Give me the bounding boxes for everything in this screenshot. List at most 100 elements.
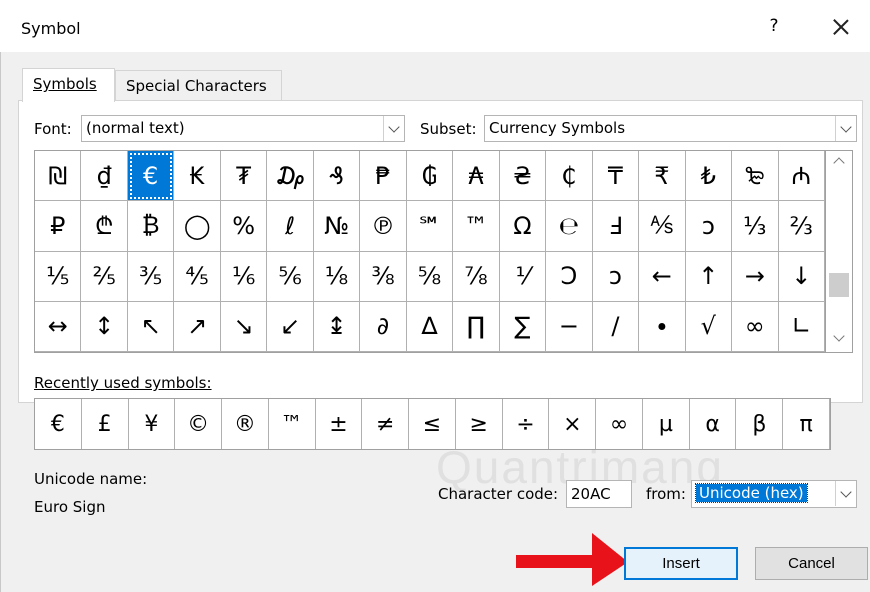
symbol-cell[interactable]: − bbox=[546, 301, 593, 352]
symbol-cell[interactable]: √ bbox=[685, 301, 733, 352]
symbol-cell[interactable]: ∕ bbox=[592, 301, 640, 352]
font-label: Font: bbox=[34, 120, 72, 138]
symbol-cell[interactable]: ₴ bbox=[499, 151, 547, 202]
symbol-cell[interactable]: ∂ bbox=[360, 301, 407, 352]
symbol-cell[interactable]: ₪ bbox=[35, 151, 82, 202]
symbol-cell[interactable]: ℗ bbox=[360, 201, 407, 252]
symbol-cell[interactable]: ↖ bbox=[127, 301, 175, 352]
symbol-cell[interactable]: ↔ bbox=[35, 301, 82, 352]
close-icon[interactable] bbox=[826, 12, 856, 42]
symbol-cell[interactable]: ₰ bbox=[313, 151, 361, 202]
symbol-grid-scrollbar[interactable] bbox=[826, 150, 853, 353]
symbol-cell[interactable]: ◯ bbox=[174, 201, 221, 252]
font-select[interactable]: (normal text) bbox=[81, 115, 405, 142]
help-button[interactable]: ? bbox=[762, 16, 786, 36]
tab-symbols[interactable]: Symbols bbox=[22, 68, 115, 102]
symbol-cell[interactable]: ⅔ bbox=[778, 201, 825, 252]
symbol-grid: ₪ ₫ € ₭ ₮ ₯ ₰ ₱ ₲ ₳ ₴ ₵ ₸ ₹ ₺ ₻ ₼ ₽ ₾ ₿ ◯% ℓ № ℗ ℠ ™ Ω ℮ Ⅎ ⅍ ↄ ⅓ ⅔ ⅕ ⅖ ⅗ ⅘ ⅙ ⅚… bbox=[34, 150, 826, 353]
recent-symbol-cell[interactable]: β bbox=[736, 399, 784, 449]
symbol-cell[interactable]: ₭ bbox=[174, 151, 221, 202]
symbol-cell[interactable]: ₹ bbox=[639, 151, 686, 202]
symbol-cell[interactable]: ₻ bbox=[732, 151, 779, 202]
symbol-cell[interactable]: ₺ bbox=[685, 151, 733, 202]
symbol-cell[interactable]: ⅛ bbox=[313, 251, 361, 302]
symbol-cell[interactable]: ↑ bbox=[685, 251, 733, 302]
from-select[interactable]: Unicode (hex) bbox=[691, 480, 857, 508]
symbol-cell[interactable]: ∞ bbox=[732, 301, 779, 352]
symbol-cell[interactable]: ⅍ bbox=[639, 201, 686, 252]
symbol-cell[interactable]: ₳ bbox=[453, 151, 500, 202]
recent-symbol-cell[interactable]: © bbox=[175, 399, 223, 449]
symbol-cell[interactable]: ₯ bbox=[267, 151, 314, 202]
symbol-cell[interactable]: ∟ bbox=[778, 301, 825, 352]
symbol-cell[interactable]: ₽ bbox=[35, 201, 82, 252]
recent-symbol-cell[interactable]: ® bbox=[222, 399, 269, 449]
symbol-cell[interactable]: ↄ bbox=[685, 201, 733, 252]
symbol-cell[interactable]: ⅗ bbox=[127, 251, 175, 302]
scroll-up-icon[interactable] bbox=[833, 157, 845, 169]
symbol-cell[interactable]: ↄ bbox=[592, 251, 640, 302]
symbol-cell[interactable]: № bbox=[313, 201, 361, 252]
dialog-title: Symbol bbox=[21, 19, 81, 38]
symbol-cell[interactable]: ₮ bbox=[220, 151, 268, 202]
symbol-cell[interactable]: Ⅎ bbox=[592, 201, 640, 252]
symbol-cell[interactable]: ↘ bbox=[220, 301, 268, 352]
symbol-cell[interactable]: ₾ bbox=[81, 201, 128, 252]
symbol-cell[interactable]: ₫ bbox=[81, 151, 128, 202]
symbol-cell[interactable]: € bbox=[127, 151, 175, 202]
recent-symbol-cell[interactable]: ≠ bbox=[362, 399, 410, 449]
chevron-down-icon[interactable] bbox=[835, 116, 856, 141]
symbol-cell[interactable]: ↓ bbox=[778, 251, 825, 302]
symbol-cell[interactable]: ⅘ bbox=[174, 251, 221, 302]
recent-symbol-cell[interactable]: € bbox=[35, 399, 82, 449]
symbol-cell[interactable]: ₼ bbox=[778, 151, 825, 202]
symbol-cell[interactable]: ⅝ bbox=[406, 251, 454, 302]
symbol-cell[interactable]: ∏ bbox=[453, 301, 500, 352]
symbol-cell[interactable]: % bbox=[220, 201, 268, 252]
title-bar: Symbol ? bbox=[0, 0, 870, 52]
recent-symbol-cell[interactable]: £ bbox=[82, 399, 129, 449]
symbol-cell[interactable]: ™ bbox=[453, 201, 500, 252]
subset-select[interactable]: Currency Symbols bbox=[484, 115, 857, 142]
chevron-down-icon[interactable] bbox=[383, 116, 404, 141]
symbol-cell[interactable]: ⅚ bbox=[267, 251, 314, 302]
insert-button[interactable]: Insert bbox=[624, 547, 738, 580]
cancel-button[interactable]: Cancel bbox=[755, 547, 868, 580]
recent-symbol-cell[interactable]: π bbox=[783, 399, 830, 449]
unicode-name-value: Euro Sign bbox=[34, 498, 106, 516]
symbol-cell[interactable]: ⅕ bbox=[35, 251, 82, 302]
recent-symbol-cell[interactable]: ± bbox=[316, 399, 363, 449]
symbol-cell[interactable]: ↨ bbox=[313, 301, 361, 352]
symbol-cell[interactable]: ↕ bbox=[81, 301, 128, 352]
symbol-cell[interactable]: ∙ bbox=[639, 301, 686, 352]
symbol-cell[interactable]: ₲ bbox=[406, 151, 454, 202]
symbol-cell[interactable]: ⅞ bbox=[453, 251, 500, 302]
scroll-thumb[interactable] bbox=[829, 273, 849, 297]
character-code-input[interactable]: 20AC bbox=[566, 480, 632, 508]
symbol-cell[interactable]: ↗ bbox=[174, 301, 221, 352]
scroll-down-icon[interactable] bbox=[833, 330, 845, 342]
tab-special-characters[interactable]: Special Characters bbox=[115, 70, 282, 102]
symbol-cell[interactable]: ⅓ bbox=[732, 201, 779, 252]
symbol-cell[interactable]: ∑ bbox=[499, 301, 547, 352]
symbol-cell[interactable]: ⅟ bbox=[499, 251, 547, 302]
symbol-cell[interactable]: ₸ bbox=[592, 151, 640, 202]
symbol-cell[interactable]: ← bbox=[639, 251, 686, 302]
recent-symbol-cell[interactable]: ™ bbox=[269, 399, 316, 449]
recent-symbol-cell[interactable]: ¥ bbox=[129, 399, 176, 449]
symbol-cell[interactable]: ⅙ bbox=[220, 251, 268, 302]
symbol-cell[interactable]: → bbox=[732, 251, 779, 302]
symbol-cell[interactable]: Ω bbox=[499, 201, 547, 252]
symbol-cell[interactable]: ℓ bbox=[267, 201, 314, 252]
symbol-cell[interactable]: ℠ bbox=[406, 201, 454, 252]
symbol-cell[interactable]: ₵ bbox=[546, 151, 593, 202]
symbol-cell[interactable]: ⅜ bbox=[360, 251, 407, 302]
chevron-down-icon[interactable] bbox=[835, 481, 856, 506]
symbol-cell[interactable]: ₿ bbox=[127, 201, 175, 252]
symbol-cell[interactable]: ∆ bbox=[406, 301, 454, 352]
symbol-cell[interactable]: ⅖ bbox=[81, 251, 128, 302]
symbol-cell[interactable]: ↙ bbox=[267, 301, 314, 352]
symbol-cell[interactable]: ℮ bbox=[546, 201, 593, 252]
symbol-cell[interactable]: Ↄ bbox=[546, 251, 593, 302]
symbol-cell[interactable]: ₱ bbox=[360, 151, 407, 202]
